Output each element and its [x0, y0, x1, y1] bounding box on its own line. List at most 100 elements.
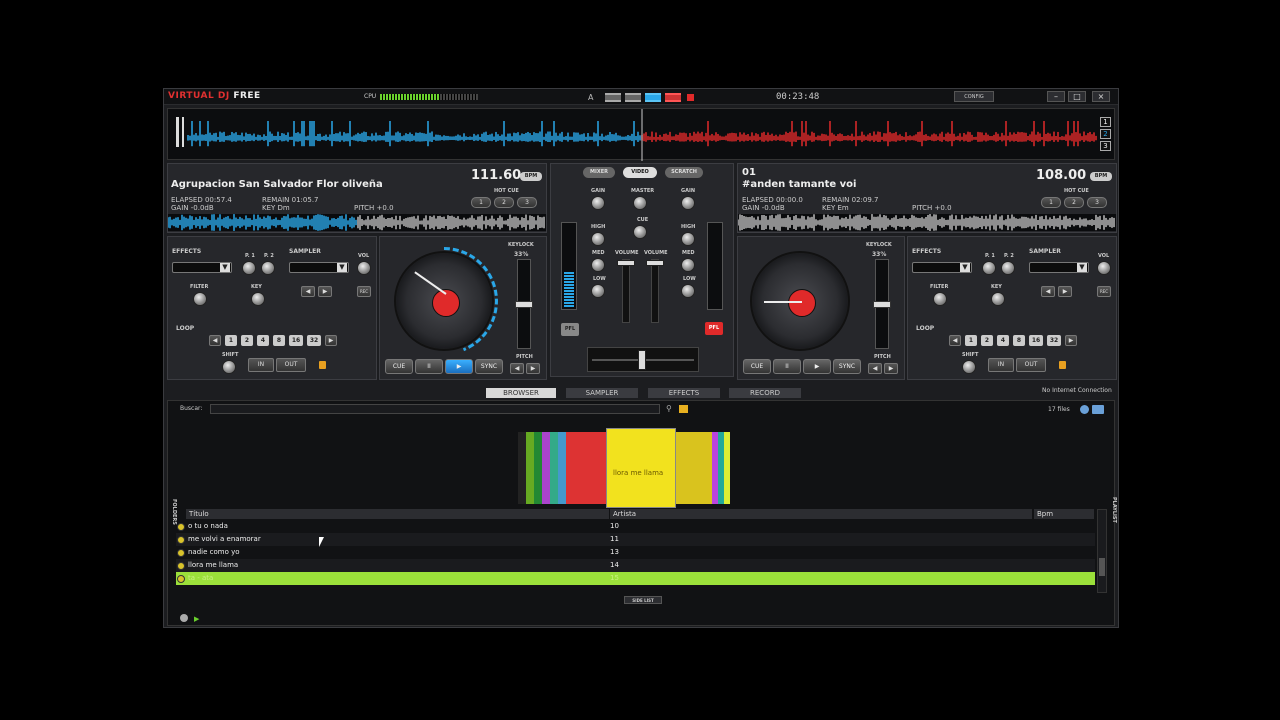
- cover-item[interactable]: [558, 432, 566, 504]
- left-pitch-handle[interactable]: [515, 301, 533, 308]
- folder-icon[interactable]: [679, 405, 688, 413]
- deck-select-1[interactable]: 1: [1100, 117, 1111, 127]
- left-shift-knob[interactable]: [222, 360, 236, 374]
- right-volume-handle[interactable]: [646, 260, 664, 266]
- config-button[interactable]: CONFIG: [954, 91, 994, 102]
- table-row[interactable]: llora me llama 14: [176, 559, 1095, 572]
- left-pitch-down-button[interactable]: ◀: [510, 363, 524, 374]
- tab-browser[interactable]: BROWSER: [486, 388, 556, 398]
- left-loop-32[interactable]: 32: [307, 335, 321, 346]
- left-p1-knob[interactable]: [242, 261, 256, 275]
- sidelist-button[interactable]: SIDE LIST: [624, 596, 662, 604]
- right-loop-1[interactable]: 1: [965, 335, 977, 346]
- table-row-selected[interactable]: ta - ata 15: [176, 572, 1095, 585]
- left-key-knob[interactable]: [251, 292, 265, 306]
- crossfader[interactable]: [587, 347, 699, 372]
- left-loop-out-button[interactable]: OUT: [276, 358, 306, 372]
- left-play-button[interactable]: ▶: [445, 359, 473, 374]
- mixer-cue-knob[interactable]: [633, 225, 647, 239]
- left-sampler-next-button[interactable]: ▶: [318, 286, 332, 297]
- left-pause-button[interactable]: II: [415, 359, 443, 374]
- mixer-med-right-knob[interactable]: [681, 258, 695, 272]
- cover-flow[interactable]: llora me llama: [518, 428, 732, 508]
- cover-selected[interactable]: llora me llama: [606, 428, 676, 508]
- left-loop-in-button[interactable]: IN: [248, 358, 274, 372]
- left-rec-button[interactable]: REC: [357, 286, 371, 297]
- table-scrollbar[interactable]: [1097, 509, 1107, 593]
- left-sampler-prev-button[interactable]: ◀: [301, 286, 315, 297]
- left-volume-fader[interactable]: [617, 259, 635, 323]
- left-bpm-tag[interactable]: BPM: [520, 172, 542, 181]
- right-vol-knob[interactable]: [1097, 261, 1111, 275]
- right-p1-knob[interactable]: [982, 261, 996, 275]
- tab-record[interactable]: RECORD: [729, 388, 801, 398]
- mixer-low-right-knob[interactable]: [681, 284, 695, 298]
- right-cue-button[interactable]: CUE: [743, 359, 771, 374]
- layout-button-3[interactable]: [645, 93, 661, 102]
- left-loop-next-button[interactable]: ▶: [325, 335, 337, 346]
- search-icon[interactable]: ⚲: [666, 404, 672, 413]
- maximize-button[interactable]: □: [1068, 91, 1086, 102]
- right-hotcue-1[interactable]: 1: [1041, 197, 1061, 208]
- right-loop-in-button[interactable]: IN: [988, 358, 1014, 372]
- tab-effects[interactable]: EFFECTS: [648, 388, 720, 398]
- cover-item[interactable]: [724, 432, 730, 504]
- right-pitch-down-button[interactable]: ◀: [868, 363, 882, 374]
- right-loop-2[interactable]: 2: [981, 335, 993, 346]
- search-input[interactable]: [210, 404, 660, 414]
- cover-item[interactable]: [566, 432, 606, 504]
- right-sampler-prev-button[interactable]: ◀: [1041, 286, 1055, 297]
- column-title[interactable]: Título: [186, 509, 609, 519]
- mixer-high-right-knob[interactable]: [681, 232, 695, 246]
- mixer-gain-right-knob[interactable]: [681, 196, 695, 210]
- right-loop-16[interactable]: 16: [1029, 335, 1043, 346]
- tab-mixer[interactable]: MIXER: [583, 167, 615, 178]
- tab-sampler[interactable]: SAMPLER: [566, 388, 638, 398]
- playlist-tab[interactable]: PLAYLIST: [1108, 497, 1117, 523]
- left-sampler-select[interactable]: [289, 262, 349, 273]
- table-row[interactable]: me volvi a enamorar 11: [176, 533, 1095, 546]
- minimize-button[interactable]: –: [1047, 91, 1065, 102]
- right-rec-button[interactable]: REC: [1097, 286, 1111, 297]
- deck-select-3[interactable]: 3: [1100, 141, 1111, 151]
- left-pitch-up-button[interactable]: ▶: [526, 363, 540, 374]
- right-effects-select[interactable]: [912, 262, 972, 273]
- left-pfl-button[interactable]: PFL: [561, 323, 579, 336]
- right-shift-knob[interactable]: [962, 360, 976, 374]
- sidelist-play-icon[interactable]: ▶: [194, 615, 199, 623]
- tab-scratch[interactable]: SCRATCH: [665, 167, 703, 178]
- cover-item[interactable]: [518, 432, 526, 504]
- globe-icon[interactable]: [1080, 405, 1089, 414]
- mixer-low-left-knob[interactable]: [591, 284, 605, 298]
- left-volume-handle[interactable]: [617, 260, 635, 266]
- left-loop-16[interactable]: 16: [289, 335, 303, 346]
- mixer-med-left-knob[interactable]: [591, 258, 605, 272]
- right-hotcue-2[interactable]: 2: [1064, 197, 1084, 208]
- right-waveform[interactable]: [738, 214, 1116, 231]
- sidelist-add-icon[interactable]: [180, 614, 188, 622]
- right-platter[interactable]: [750, 251, 850, 351]
- left-hotcue-3[interactable]: 3: [517, 197, 537, 208]
- left-filter-knob[interactable]: [193, 292, 207, 306]
- right-key-knob[interactable]: [991, 292, 1005, 306]
- left-vol-knob[interactable]: [357, 261, 371, 275]
- layout-button-1[interactable]: [605, 93, 621, 102]
- table-row[interactable]: o tu o nada 10: [176, 520, 1095, 533]
- right-hotcue-3[interactable]: 3: [1087, 197, 1107, 208]
- cover-item[interactable]: [534, 432, 542, 504]
- right-bpm-tag[interactable]: BPM: [1090, 172, 1112, 181]
- right-loop-8[interactable]: 8: [1013, 335, 1025, 346]
- mixer-master-knob[interactable]: [633, 196, 647, 210]
- right-loop-32[interactable]: 32: [1047, 335, 1061, 346]
- left-loop-4[interactable]: 4: [257, 335, 269, 346]
- left-platter[interactable]: [394, 247, 498, 355]
- cover-item[interactable]: [676, 432, 712, 504]
- left-effects-select[interactable]: [172, 262, 232, 273]
- cover-item[interactable]: [550, 432, 558, 504]
- left-hotcue-2[interactable]: 2: [494, 197, 514, 208]
- left-loop-1[interactable]: 1: [225, 335, 237, 346]
- mixer-gain-left-knob[interactable]: [591, 196, 605, 210]
- left-hotcue-1[interactable]: 1: [471, 197, 491, 208]
- left-loop-8[interactable]: 8: [273, 335, 285, 346]
- waveform-overview[interactable]: 1 2 3: [167, 108, 1115, 161]
